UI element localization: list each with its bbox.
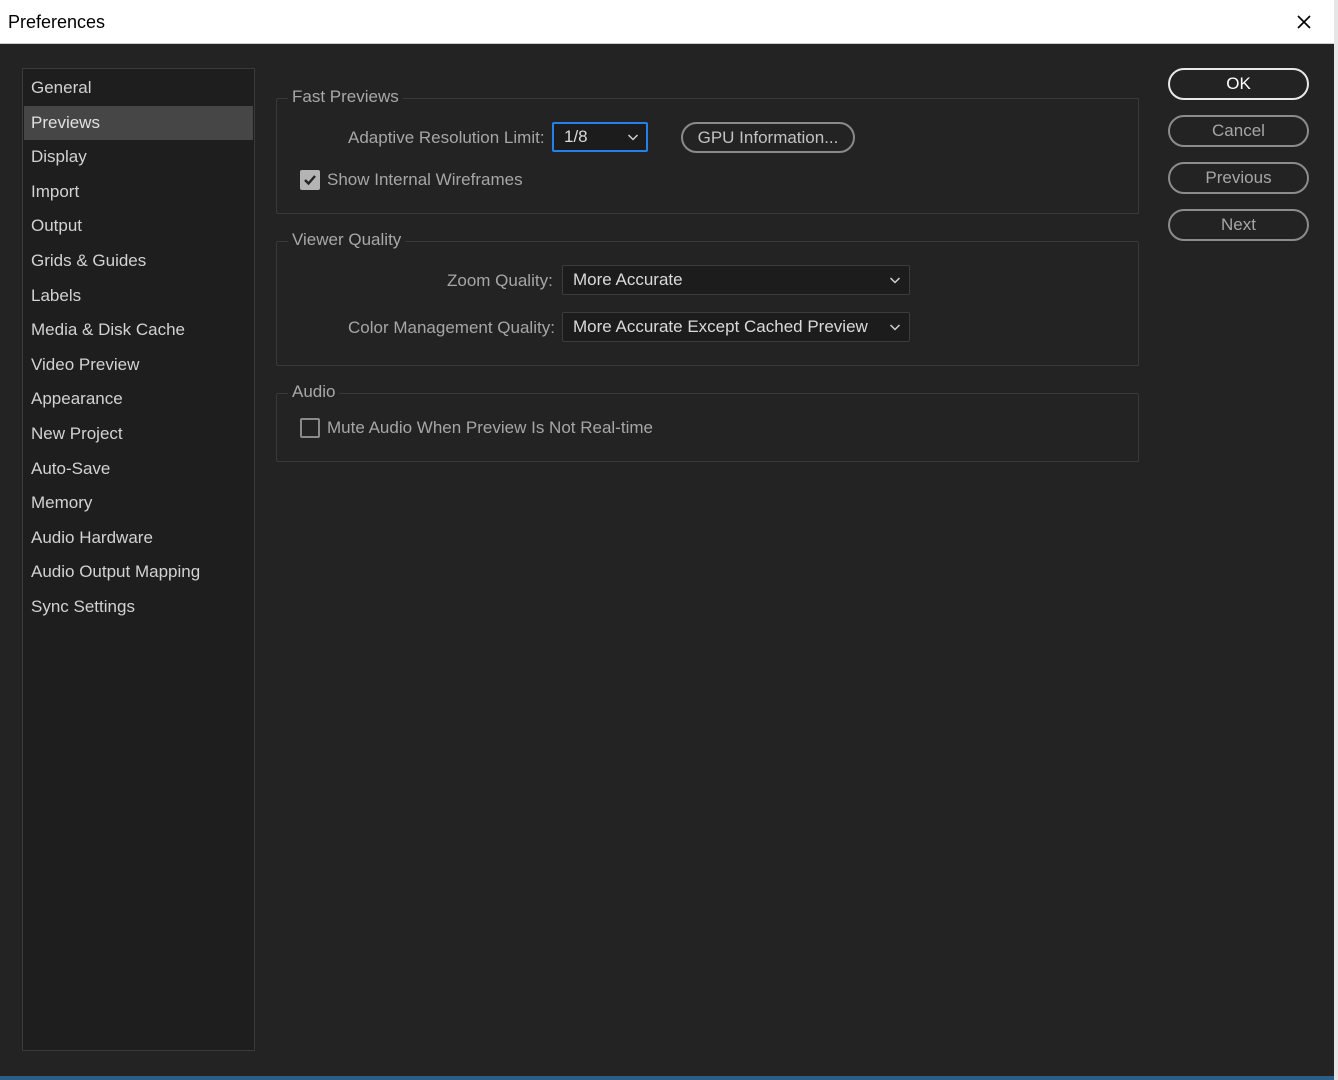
sidebar-item-auto-save[interactable]: Auto-Save (24, 452, 253, 487)
close-icon (1297, 15, 1311, 29)
sidebar-item-audio-output-mapping[interactable]: Audio Output Mapping (24, 555, 253, 590)
audio-title: Audio (288, 382, 340, 402)
sidebar-item-import[interactable]: Import (24, 175, 253, 210)
sidebar-item-previews[interactable]: Previews (24, 105, 253, 141)
sidebar-item-memory[interactable]: Memory (24, 486, 253, 521)
close-button[interactable] (1292, 10, 1316, 34)
mute-audio-checkbox[interactable] (300, 418, 320, 438)
gpu-information-button[interactable]: GPU Information... (681, 122, 855, 153)
sidebar-item-media-disk-cache[interactable]: Media & Disk Cache (24, 313, 253, 348)
preferences-sidebar: General Previews Display Import Output G… (22, 68, 255, 1051)
sidebar-list: General Previews Display Import Output G… (23, 71, 254, 625)
checkmark-icon (304, 175, 316, 186)
show-wireframes-checkbox[interactable] (300, 170, 320, 190)
ok-button[interactable]: OK (1168, 68, 1309, 100)
adaptive-resolution-select[interactable]: 1/8 (552, 122, 648, 152)
adaptive-resolution-value: 1/8 (564, 127, 588, 146)
window-bottom-border (0, 1076, 1334, 1080)
title-bar: Preferences (0, 0, 1334, 44)
chevron-down-icon (889, 324, 901, 331)
zoom-quality-value: More Accurate (573, 270, 683, 289)
chevron-down-icon (627, 134, 639, 141)
window-title: Preferences (8, 12, 106, 32)
sidebar-item-audio-hardware[interactable]: Audio Hardware (24, 521, 253, 556)
sidebar-item-appearance[interactable]: Appearance (24, 382, 253, 417)
window-right-border (1334, 0, 1338, 1080)
chevron-down-icon (889, 277, 901, 284)
sidebar-item-sync-settings[interactable]: Sync Settings (24, 590, 253, 625)
viewer-quality-title: Viewer Quality (288, 230, 406, 250)
sidebar-item-grids-guides[interactable]: Grids & Guides (24, 244, 253, 279)
color-management-quality-label: Color Management Quality: (348, 318, 555, 337)
sidebar-item-display[interactable]: Display (24, 140, 253, 175)
previous-button[interactable]: Previous (1168, 162, 1309, 194)
color-management-quality-value: More Accurate Except Cached Preview (573, 317, 868, 336)
viewer-quality-group: Viewer Quality (276, 230, 1139, 366)
color-management-quality-select[interactable]: More Accurate Except Cached Preview (562, 312, 910, 342)
sidebar-item-labels[interactable]: Labels (24, 279, 253, 314)
cancel-button[interactable]: Cancel (1168, 115, 1309, 147)
zoom-quality-select[interactable]: More Accurate (562, 265, 910, 295)
sidebar-item-new-project[interactable]: New Project (24, 417, 253, 452)
sidebar-item-general[interactable]: General (24, 71, 253, 106)
fast-previews-group: Fast Previews (276, 87, 1139, 214)
sidebar-item-video-preview[interactable]: Video Preview (24, 348, 253, 383)
sidebar-item-output[interactable]: Output (24, 209, 253, 244)
next-button[interactable]: Next (1168, 209, 1309, 241)
fast-previews-title: Fast Previews (288, 87, 403, 107)
mute-audio-label: Mute Audio When Preview Is Not Real-time (327, 418, 653, 437)
adaptive-resolution-label: Adaptive Resolution Limit: (348, 128, 545, 147)
show-wireframes-label: Show Internal Wireframes (327, 170, 523, 189)
zoom-quality-label: Zoom Quality: (447, 271, 553, 290)
